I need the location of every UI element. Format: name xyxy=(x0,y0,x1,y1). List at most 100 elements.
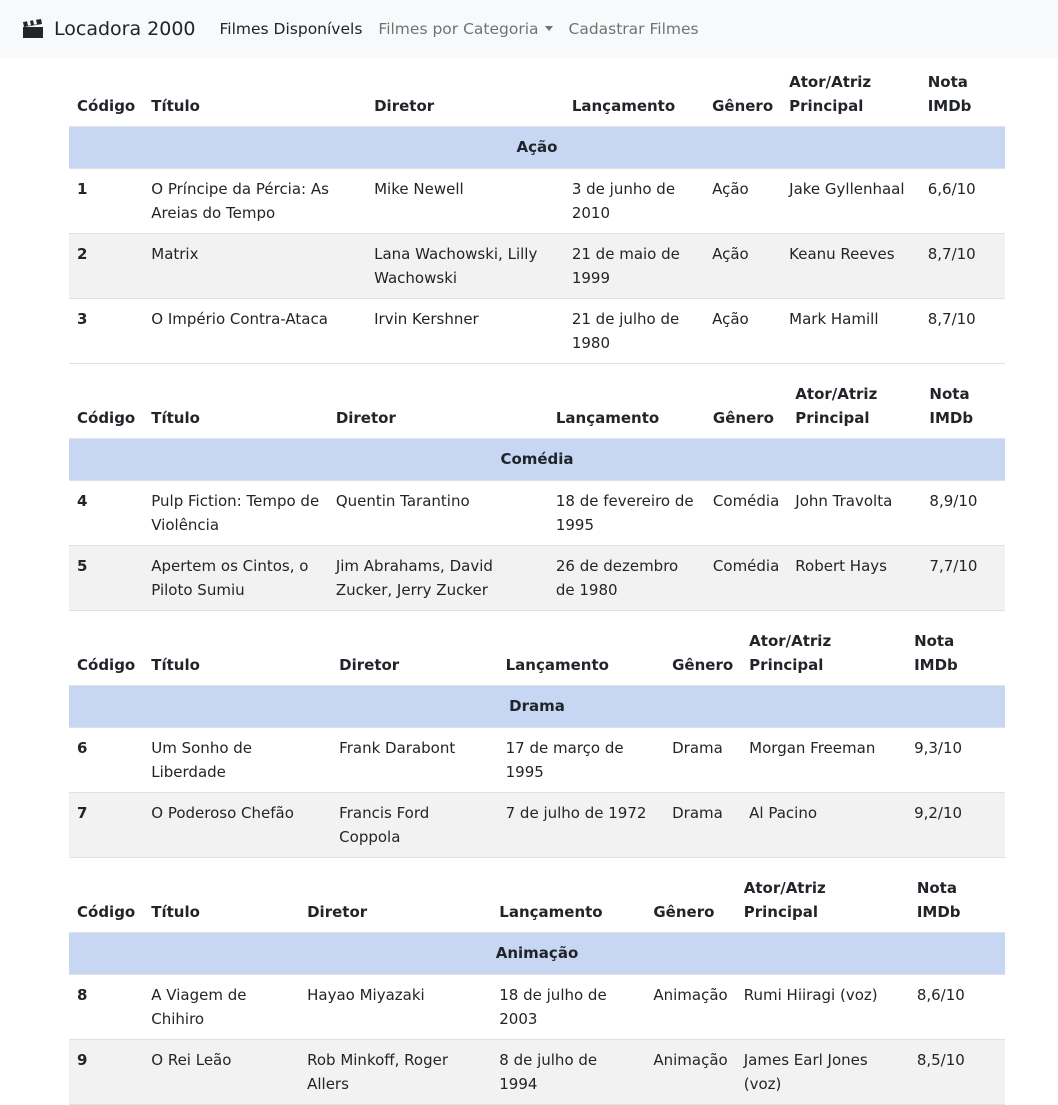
cell-lancamento: 7 de julho de 1972 xyxy=(497,792,665,858)
cell-ator: Rumi Hiiragi (voz) xyxy=(735,974,909,1040)
cell-codigo: 1 xyxy=(69,168,144,234)
cell-nota: 8,6/10 xyxy=(908,974,1005,1040)
cell-genero: Animação xyxy=(645,974,736,1040)
col-header-genero: Gênero xyxy=(672,656,734,674)
cell-lancamento: 21 de julho de 1980 xyxy=(563,298,705,364)
col-header-titulo: Título xyxy=(151,97,200,115)
cell-diretor: Jim Abrahams, David Zucker, Jerry Zucker xyxy=(327,545,548,611)
movies-table-drama: Código Título Diretor Lançamento Gênero … xyxy=(69,621,1005,858)
category-row: Drama xyxy=(69,685,1005,728)
tables-container: Código Título Diretor Lançamento Gênero … xyxy=(0,62,1005,1105)
cell-diretor: Quentin Tarantino xyxy=(327,480,548,546)
cell-genero: Comédia xyxy=(704,545,788,611)
brand-text: Locadora 2000 xyxy=(54,18,196,40)
cell-titulo: Apertem os Cintos, o Piloto Sumiu xyxy=(143,545,328,611)
nav-filmes-por-categoria[interactable]: Filmes por Categoria xyxy=(378,20,553,38)
cell-titulo: O Poderoso Chefão xyxy=(143,792,332,858)
caret-down-icon xyxy=(544,26,553,31)
col-header-nota: Nota IMDb xyxy=(914,632,958,674)
table-row: 5 Apertem os Cintos, o Piloto Sumiu Jim … xyxy=(69,545,1005,611)
cell-nota: 8,7/10 xyxy=(919,233,1005,299)
cell-genero: Comédia xyxy=(704,480,788,546)
table-header-row: Código Título Diretor Lançamento Gênero … xyxy=(69,868,1005,933)
col-header-codigo: Código xyxy=(77,97,136,115)
cell-diretor: Irvin Kershner xyxy=(366,298,564,364)
table-row: 4 Pulp Fiction: Tempo de Violência Quent… xyxy=(69,480,1005,546)
col-header-diretor: Diretor xyxy=(339,656,400,674)
cell-diretor: Lana Wachowski, Lilly Wachowski xyxy=(366,233,564,299)
category-row: Animação xyxy=(69,932,1005,975)
category-label: Comédia xyxy=(69,438,1005,481)
nav-filmes-por-categoria-label: Filmes por Categoria xyxy=(378,20,539,38)
cell-genero: Ação xyxy=(704,168,782,234)
table-row: 2 Matrix Lana Wachowski, Lilly Wachowski… xyxy=(69,233,1005,299)
cell-genero: Animação xyxy=(645,1039,736,1105)
col-header-diretor: Diretor xyxy=(307,903,368,921)
table-header-row: Código Título Diretor Lançamento Gênero … xyxy=(69,374,1005,439)
cell-lancamento: 21 de maio de 1999 xyxy=(563,233,705,299)
col-header-ator: Ator/Atriz Principal xyxy=(789,73,872,115)
cell-ator: Al Pacino xyxy=(741,792,907,858)
cell-nota: 8,7/10 xyxy=(919,298,1005,364)
brand[interactable]: Locadora 2000 xyxy=(22,18,196,40)
col-header-ator: Ator/Atriz Principal xyxy=(749,632,832,674)
cell-nota: 8,9/10 xyxy=(921,480,1005,546)
table-header-row: Código Título Diretor Lançamento Gênero … xyxy=(69,621,1005,686)
col-header-codigo: Código xyxy=(77,903,136,921)
cell-codigo: 5 xyxy=(69,545,144,611)
category-label: Animação xyxy=(69,932,1005,975)
col-header-titulo: Título xyxy=(151,409,200,427)
movies-table-animacao: Código Título Diretor Lançamento Gênero … xyxy=(69,868,1005,1105)
col-header-titulo: Título xyxy=(151,903,200,921)
cell-lancamento: 17 de março de 1995 xyxy=(497,727,665,793)
col-header-lancamento: Lançamento xyxy=(555,409,660,427)
cell-genero: Drama xyxy=(664,727,742,793)
cell-diretor: Rob Minkoff, Roger Allers xyxy=(299,1039,492,1105)
cell-lancamento: 8 de julho de 1994 xyxy=(491,1039,646,1105)
category-row: Ação xyxy=(69,126,1005,169)
cell-genero: Ação xyxy=(704,233,782,299)
cell-nota: 7,7/10 xyxy=(921,545,1005,611)
cell-diretor: Hayao Miyazaki xyxy=(299,974,492,1040)
col-header-genero: Gênero xyxy=(653,903,715,921)
col-header-diretor: Diretor xyxy=(335,409,396,427)
cell-titulo: Matrix xyxy=(143,233,367,299)
category-label: Drama xyxy=(69,685,1005,728)
cell-genero: Drama xyxy=(664,792,742,858)
cell-codigo: 2 xyxy=(69,233,144,299)
nav-cadastrar-filmes[interactable]: Cadastrar Filmes xyxy=(569,20,699,38)
cell-nota: 9,3/10 xyxy=(906,727,1005,793)
col-header-genero: Gênero xyxy=(712,97,774,115)
col-header-lancamento: Lançamento xyxy=(505,656,609,674)
col-header-nota: Nota IMDb xyxy=(916,879,961,921)
movies-table-comedia: Código Título Diretor Lançamento Gênero … xyxy=(69,374,1005,611)
cell-diretor: Frank Darabont xyxy=(331,727,498,793)
col-header-nota: Nota IMDb xyxy=(929,385,974,427)
cell-ator: Morgan Freeman xyxy=(741,727,907,793)
cell-titulo: Um Sonho de Liberdade xyxy=(143,727,332,793)
table-row: 6 Um Sonho de Liberdade Frank Darabont 1… xyxy=(69,727,1005,793)
cell-titulo: Pulp Fiction: Tempo de Violência xyxy=(143,480,328,546)
cell-codigo: 8 xyxy=(69,974,144,1040)
cell-diretor: Francis Ford Coppola xyxy=(331,792,498,858)
cell-lancamento: 18 de fevereiro de 1995 xyxy=(547,480,705,546)
col-header-genero: Gênero xyxy=(712,409,774,427)
cell-nota: 6,6/10 xyxy=(919,168,1005,234)
col-header-diretor: Diretor xyxy=(374,97,435,115)
cell-ator: Robert Hays xyxy=(787,545,922,611)
cell-ator: Keanu Reeves xyxy=(781,233,920,299)
movies-table-acao: Código Título Diretor Lançamento Gênero … xyxy=(69,62,1005,364)
cell-diretor: Mike Newell xyxy=(366,168,564,234)
cell-titulo: O Império Contra-Ataca xyxy=(143,298,367,364)
table-row: 8 A Viagem de Chihiro Hayao Miyazaki 18 … xyxy=(69,974,1005,1040)
cell-titulo: O Príncipe da Pércia: As Areias do Tempo xyxy=(143,168,367,234)
table-row: 1 O Príncipe da Pércia: As Areias do Tem… xyxy=(69,168,1005,234)
cell-ator: John Travolta xyxy=(787,480,922,546)
col-header-nota: Nota IMDb xyxy=(927,73,972,115)
col-header-lancamento: Lançamento xyxy=(499,903,603,921)
cell-ator: James Earl Jones (voz) xyxy=(735,1039,909,1105)
category-label: Ação xyxy=(69,126,1005,169)
nav-filmes-disponiveis[interactable]: Filmes Disponívels xyxy=(220,20,363,38)
table-row: 3 O Império Contra-Ataca Irvin Kershner … xyxy=(69,298,1005,364)
cell-codigo: 6 xyxy=(69,727,144,793)
